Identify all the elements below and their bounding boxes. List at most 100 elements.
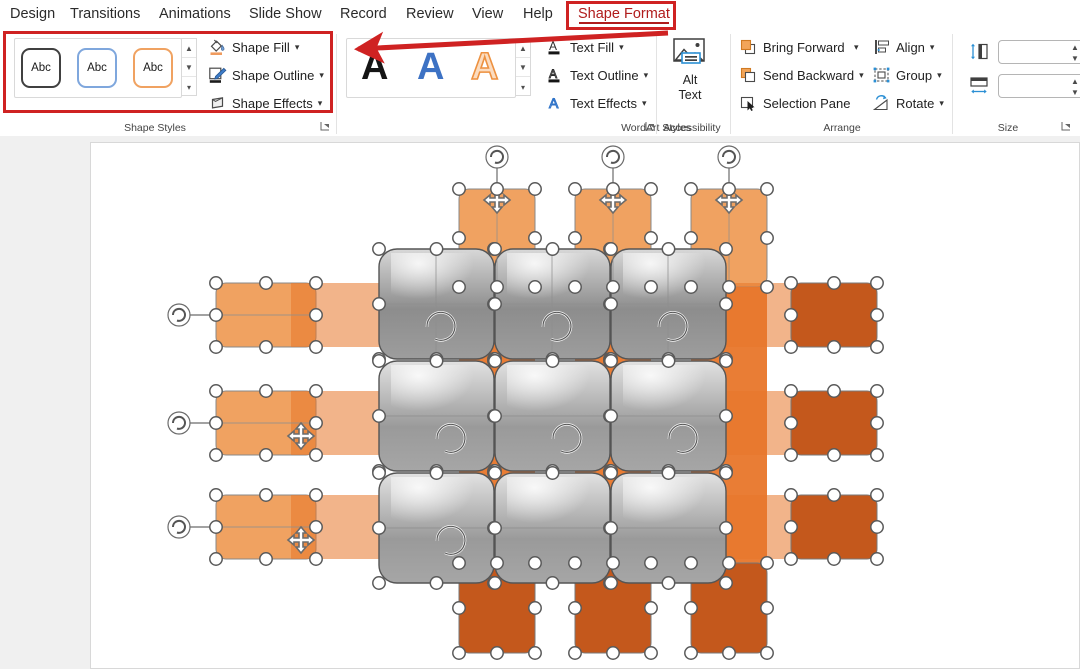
align-button[interactable]: Align ▾ [872,36,934,58]
selection-handle-orange-top-2[interactable] [569,281,581,293]
tab-slide-show[interactable]: Slide Show [247,0,324,28]
selection-handle-orange-top-2[interactable] [645,232,657,244]
stepper-down-icon[interactable]: ▼ [1071,54,1079,63]
selection-handle-orange-bottom-2[interactable] [645,602,657,614]
gallery-scroll-down-icon[interactable]: ▼ [182,58,196,77]
selection-handle-orange-right-2[interactable] [828,385,840,397]
selection-handle-orange-right-2[interactable] [828,449,840,461]
rotate-button[interactable]: Rotate ▾ [872,92,944,114]
selection-handle-orange-top-3[interactable] [761,281,773,293]
selection-handle-orange-right-3[interactable] [828,553,840,565]
alt-text-button[interactable]: Alt Text [662,34,718,112]
selection-handle-orange-bottom-3[interactable] [723,647,735,659]
shape-fill-button[interactable]: Shape Fill ▾ [208,36,299,58]
selection-handle-orange-top-1[interactable] [529,183,541,195]
selection-handle-orange-left-2[interactable] [260,449,272,461]
selection-handle-orange-bottom-3[interactable] [685,602,697,614]
shape-height-field[interactable]: ▲ ▼ [998,40,1080,64]
selection-handle-orange-left-3[interactable] [210,489,222,501]
wordart-style-preview-3[interactable]: A [471,48,498,86]
selection-handle-orange-bottom-3[interactable] [685,647,697,659]
selection-handle-gray-r3c2[interactable] [489,577,501,589]
selection-handle-orange-left-3[interactable] [210,553,222,565]
selection-handle-orange-right-1[interactable] [785,341,797,353]
selection-handle-orange-bottom-3[interactable] [685,557,697,569]
selection-handle-gray-r1c3[interactable] [720,243,732,255]
selection-handle-orange-bottom-3[interactable] [723,557,735,569]
tab-shape-format[interactable]: Shape Format [576,0,672,28]
chevron-down-icon[interactable]: ▾ [642,98,647,109]
tab-view[interactable]: View [470,0,505,28]
selection-handle-gray-r3c1[interactable] [373,577,385,589]
selection-handle-orange-right-1[interactable] [871,309,883,321]
chevron-down-icon[interactable]: ▾ [859,70,864,81]
selection-handle-gray-r3c3[interactable] [662,467,674,479]
selection-handle-gray-r3c3[interactable] [720,522,732,534]
shape-width-field[interactable]: ▲ ▼ [998,74,1080,98]
selection-handle-orange-right-1[interactable] [785,309,797,321]
selection-handle-orange-right-1[interactable] [871,341,883,353]
selection-handle-orange-left-2[interactable] [310,417,322,429]
selection-handle-orange-bottom-3[interactable] [761,602,773,614]
selection-handle-orange-right-1[interactable] [828,341,840,353]
slide-shapes[interactable] [91,143,1080,669]
chevron-down-icon[interactable]: ▾ [854,42,859,53]
chevron-down-icon[interactable]: ▾ [319,70,324,81]
text-fill-button[interactable]: A Text Fill ▾ [546,36,624,58]
selection-handle-orange-top-1[interactable] [453,281,465,293]
tab-transitions[interactable]: Transitions [68,0,142,28]
selection-handle-orange-left-1[interactable] [210,277,222,289]
selection-handle-gray-r2c3[interactable] [720,355,732,367]
selection-handle-orange-left-1[interactable] [260,277,272,289]
gallery-scroll-up-icon[interactable]: ▲ [516,39,530,58]
selection-handle-orange-bottom-3[interactable] [761,557,773,569]
selection-handle-orange-left-2[interactable] [310,449,322,461]
selection-handle-orange-left-3[interactable] [210,521,222,533]
gallery-scroll-down-icon[interactable]: ▼ [516,58,530,77]
selection-handle-orange-bottom-1[interactable] [453,602,465,614]
gallery-scroll-up-icon[interactable]: ▲ [182,39,196,58]
text-effects-button[interactable]: A Text Effects ▾ [546,92,647,114]
selection-handle-gray-r1c1[interactable] [430,243,442,255]
shape-effects-button[interactable]: Shape Effects ▾ [208,92,322,114]
selection-handle-gray-r2c2[interactable] [489,355,501,367]
shape-height-input[interactable] [1005,41,1079,65]
selection-handle-gray-r2c2[interactable] [489,410,501,422]
selection-handle-orange-top-3[interactable] [685,281,697,293]
selection-handle-orange-left-2[interactable] [210,449,222,461]
selection-handle-orange-right-3[interactable] [828,489,840,501]
selection-handle-gray-r2c1[interactable] [373,410,385,422]
selection-handle-orange-bottom-2[interactable] [645,647,657,659]
selection-handle-orange-bottom-2[interactable] [569,557,581,569]
selection-handle-gray-r3c1[interactable] [430,577,442,589]
selection-handle-gray-r1c3[interactable] [662,243,674,255]
selection-handle-orange-right-3[interactable] [871,489,883,501]
chevron-down-icon[interactable]: ▾ [937,70,942,81]
selection-handle-gray-r3c3[interactable] [662,577,674,589]
selection-handle-gray-r2c3[interactable] [605,355,617,367]
selection-handle-orange-top-1[interactable] [529,232,541,244]
selection-handle-orange-top-1[interactable] [453,232,465,244]
wordart-gallery-scroller[interactable]: ▲ ▼ ▾ [515,38,531,96]
selection-handle-gray-r3c2[interactable] [489,467,501,479]
selection-handle-orange-top-1[interactable] [529,281,541,293]
send-backward-button[interactable]: Send Backward ▾ [739,64,864,86]
selection-handle-gray-r1c1[interactable] [373,298,385,310]
shape-width-input[interactable] [1005,75,1079,99]
selection-handle-gray-r1c2[interactable] [489,298,501,310]
selection-handle-orange-top-3[interactable] [723,183,735,195]
selection-handle-gray-r3c2[interactable] [489,522,501,534]
slide-canvas[interactable] [90,142,1080,669]
selection-handle-gray-r3c3[interactable] [720,467,732,479]
tab-review[interactable]: Review [404,0,456,28]
selection-handle-gray-r1c3[interactable] [720,298,732,310]
tab-record[interactable]: Record [338,0,389,28]
selection-handle-orange-right-2[interactable] [871,417,883,429]
selection-handle-orange-bottom-2[interactable] [607,647,619,659]
group-button[interactable]: Group ▾ [872,64,942,86]
selection-handle-orange-left-2[interactable] [310,385,322,397]
selection-handle-gray-r2c3[interactable] [605,410,617,422]
selection-handle-gray-r3c3[interactable] [605,522,617,534]
selection-handle-orange-right-2[interactable] [785,417,797,429]
selection-handle-orange-left-3[interactable] [310,489,322,501]
